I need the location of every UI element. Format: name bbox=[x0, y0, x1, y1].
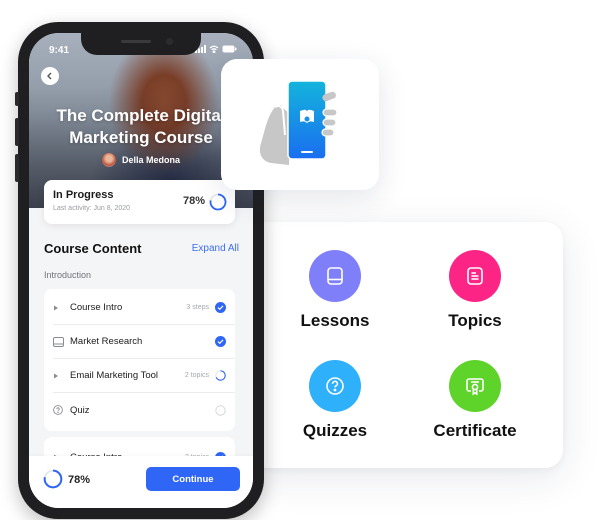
progress-percent: 78% bbox=[182, 195, 205, 207]
triangle-right-icon bbox=[53, 305, 67, 311]
course-title: The Complete Digital Marketing Course bbox=[29, 105, 253, 149]
certificate-badge bbox=[449, 360, 501, 412]
notch bbox=[81, 33, 201, 55]
feature-label: Topics bbox=[448, 311, 502, 330]
list-item[interactable]: Quiz bbox=[53, 393, 235, 427]
list-item-label: Course Intro bbox=[70, 302, 123, 313]
list-item[interactable]: Course Intro 3 steps bbox=[53, 291, 235, 325]
empty-circle-icon bbox=[215, 404, 226, 416]
section-label: Introduction bbox=[44, 270, 92, 280]
author-name: Della Medona bbox=[121, 155, 180, 165]
expand-all-link[interactable]: Expand All bbox=[192, 243, 239, 254]
question-icon bbox=[53, 405, 67, 415]
feature-quizzes: Quizzes bbox=[275, 360, 395, 441]
progress-card: In Progress Last activity: Jun 8, 2020 7… bbox=[44, 180, 235, 224]
progress-status: In Progress bbox=[53, 189, 114, 201]
hand-holding-phone-icon bbox=[259, 79, 338, 165]
feature-certificate: Certificate bbox=[415, 360, 535, 441]
back-button[interactable] bbox=[41, 67, 59, 85]
feature-topics: Topics bbox=[415, 250, 535, 331]
check-circle-icon bbox=[215, 336, 226, 347]
lessons-badge bbox=[309, 250, 361, 302]
list-item[interactable]: Email Marketing Tool 2 topics bbox=[53, 359, 235, 393]
list-item[interactable]: Market Research bbox=[53, 325, 235, 359]
progress-ring bbox=[209, 193, 227, 211]
silent-switch bbox=[15, 92, 19, 106]
chevron-left-icon bbox=[47, 72, 52, 80]
avatar bbox=[101, 153, 116, 167]
course-title-line2: Marketing Course bbox=[69, 128, 213, 147]
list-item-label: Quiz bbox=[70, 404, 90, 416]
topics-badge bbox=[449, 250, 501, 302]
app-screen: 9:41 The Complete Digital Marketing Cour… bbox=[29, 33, 253, 508]
question-icon bbox=[326, 377, 344, 395]
list-item-label: Email Marketing Tool bbox=[70, 370, 159, 381]
feature-label: Quizzes bbox=[302, 421, 368, 440]
feature-label: Lessons bbox=[300, 311, 370, 330]
list-item-label: Market Research bbox=[70, 336, 143, 347]
volume-down-button bbox=[15, 154, 19, 182]
certificate-icon bbox=[466, 378, 484, 396]
lesson-icon bbox=[53, 336, 67, 347]
quizzes-badge bbox=[309, 360, 361, 412]
mobile-app-card bbox=[221, 59, 379, 190]
topic-icon bbox=[467, 267, 483, 285]
course-author[interactable]: Della Medona bbox=[29, 153, 253, 167]
bottom-bar: 78% Continue bbox=[29, 456, 253, 508]
features-card: Lessons Topics Quizzes Certificate bbox=[240, 222, 563, 468]
lesson-icon bbox=[327, 267, 343, 285]
volume-up-button bbox=[15, 118, 19, 146]
list-item-meta: 3 steps bbox=[186, 304, 209, 311]
course-content-heading: Course Content bbox=[44, 241, 142, 256]
battery-icon bbox=[222, 45, 237, 53]
wifi-icon bbox=[209, 45, 219, 53]
check-circle-icon bbox=[215, 302, 226, 313]
feature-lessons: Lessons bbox=[275, 250, 395, 331]
continue-button[interactable]: Continue bbox=[146, 467, 240, 491]
course-title-line1: The Complete Digital bbox=[56, 106, 226, 125]
list-item-meta: 2 topics bbox=[184, 372, 209, 379]
status-icons bbox=[195, 45, 237, 53]
progress-ring bbox=[43, 469, 63, 489]
last-activity: Last activity: Jun 8, 2020 bbox=[53, 205, 131, 212]
in-progress-ring-icon bbox=[215, 370, 226, 381]
status-time: 9:41 bbox=[49, 45, 70, 56]
feature-label: Certificate bbox=[433, 421, 517, 440]
progress-percent: 78% bbox=[68, 474, 91, 486]
lesson-list: Course Intro 3 steps Market Research Ema… bbox=[44, 289, 235, 431]
triangle-right-icon bbox=[53, 373, 67, 379]
